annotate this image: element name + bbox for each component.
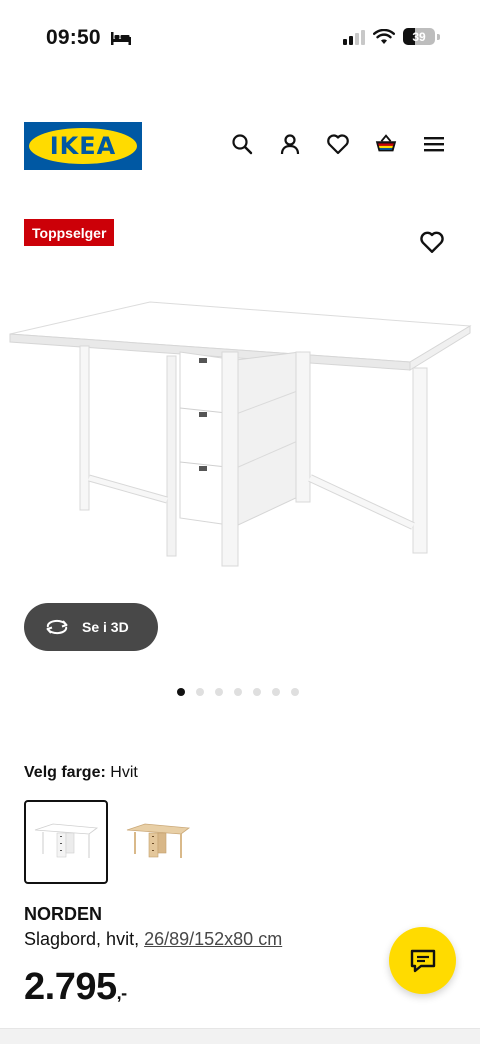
product-measurement-link[interactable]: 26/89/152x80 cm <box>144 929 282 949</box>
product-type: Slagbord, hvit, <box>24 929 140 949</box>
chat-icon <box>410 949 435 972</box>
color-swatches <box>24 800 200 884</box>
color-swatch-white[interactable] <box>24 800 108 884</box>
header-nav <box>230 132 446 156</box>
account-icon[interactable] <box>278 132 302 156</box>
bottom-bar <box>0 1028 480 1044</box>
price-integer: 2.795 <box>24 966 117 1008</box>
site-header: IKEA <box>0 120 480 172</box>
heart-icon[interactable] <box>326 132 350 156</box>
battery-level: 39 <box>412 29 426 44</box>
battery-tip <box>437 33 440 40</box>
logo-text: IKEA <box>49 132 117 160</box>
sleep-focus-icon <box>111 32 131 45</box>
ikea-logo[interactable]: IKEA <box>24 122 142 170</box>
carousel-dot[interactable] <box>272 688 280 696</box>
bestseller-badge: Toppselger <box>24 219 115 246</box>
carousel-dot[interactable] <box>196 688 204 696</box>
price-suffix: ,- <box>116 983 128 1003</box>
cellular-signal-icon <box>343 29 365 45</box>
rotate-3d-icon <box>46 619 68 635</box>
carousel-dot[interactable] <box>291 688 299 696</box>
menu-icon[interactable] <box>422 132 446 156</box>
status-indicators: 39 <box>343 28 440 45</box>
search-icon[interactable] <box>230 132 254 156</box>
product-name: NORDEN <box>24 904 103 924</box>
color-label-heading: Velg farge: <box>24 764 106 781</box>
chat-button[interactable] <box>389 927 456 994</box>
view-in-3d-label: Se i 3D <box>82 619 129 635</box>
favourite-heart-icon[interactable] <box>419 230 445 256</box>
status-bar: 09:50 39 <box>0 0 480 80</box>
basket-icon[interactable] <box>374 132 398 156</box>
view-in-3d-button[interactable]: Se i 3D <box>24 603 158 651</box>
color-selection-label: Velg farge: Hvit <box>24 764 138 782</box>
product-image[interactable] <box>0 290 480 580</box>
carousel-dot[interactable] <box>253 688 261 696</box>
color-swatch-birch[interactable] <box>116 800 200 884</box>
color-label-value: Hvit <box>110 764 138 781</box>
carousel-dot[interactable] <box>215 688 223 696</box>
image-carousel-dots <box>177 688 299 696</box>
battery-icon: 39 <box>403 28 435 45</box>
status-time: 09:50 <box>46 26 101 49</box>
logo-ellipse: IKEA <box>29 128 137 164</box>
product-description: Slagbord, hvit, 26/89/152x80 cm <box>24 929 282 950</box>
wifi-icon <box>373 28 395 44</box>
product-price: 2.795,- <box>24 966 127 1009</box>
carousel-dot[interactable] <box>234 688 242 696</box>
carousel-dot[interactable] <box>177 688 185 696</box>
